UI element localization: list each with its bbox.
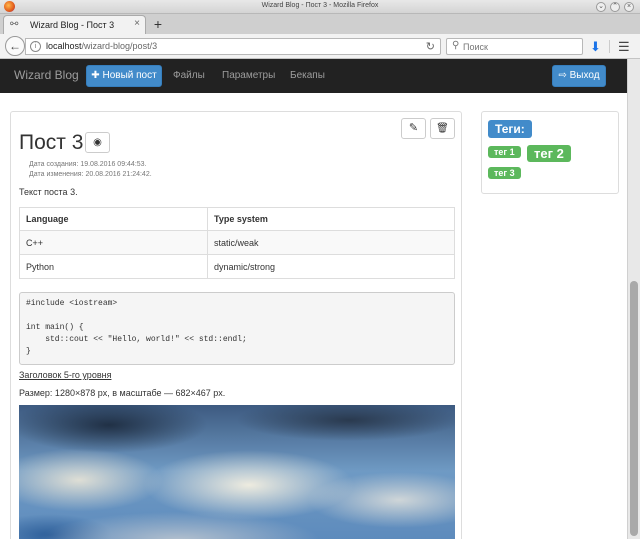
search-input[interactable]: [463, 40, 579, 53]
heading-5-link[interactable]: Заголовок 5-го уровня: [19, 370, 111, 380]
page-scrollbar[interactable]: [627, 59, 640, 539]
plus-icon: ✚: [91, 70, 103, 81]
window-titlebar: Wizard Blog - Пост 3 - Mozilla Firefox ⌄…: [0, 0, 640, 14]
nav-link-settings[interactable]: Параметры: [222, 70, 275, 81]
created-date: Дата создания: 19.08.2016 09:44:53.: [29, 161, 147, 168]
maximize-window-icon[interactable]: ⌃: [610, 2, 620, 12]
table-cell: dynamic/strong: [207, 254, 455, 279]
hamburger-menu-icon[interactable]: ☰: [618, 39, 630, 55]
tag-item[interactable]: тег 2: [527, 145, 571, 162]
post-body-text: Текст поста 3.: [19, 187, 78, 197]
post-title: Пост 3: [19, 131, 84, 154]
back-arrow-icon[interactable]: ←: [5, 36, 25, 56]
table-header: Type system: [207, 207, 455, 231]
url-host: localhost: [46, 41, 82, 51]
browser-navbar: ← i localhost/wizard-blog/post/3 ↻ ⚲ ⬇ ☰: [0, 34, 640, 59]
site-navbar: Wizard Blog ✚ Новый пост Файлы Параметры…: [0, 59, 627, 93]
tag-item[interactable]: тег 1: [488, 146, 521, 158]
page-favicon-icon: ⚯: [10, 19, 19, 30]
table-cell: static/weak: [207, 230, 455, 255]
table-cell: C++: [19, 230, 208, 255]
tab-strip: ⚯ Wizard Blog - Пост 3 × +: [0, 14, 640, 34]
scrollbar-thumb[interactable]: [630, 281, 638, 536]
address-bar[interactable]: i localhost/wizard-blog/post/3 ↻: [25, 38, 441, 55]
trash-icon: 🗑: [436, 123, 449, 134]
code-block: #include <iostream> int main() { std::co…: [19, 292, 455, 365]
toolbar-divider: [609, 40, 610, 53]
logout-icon: ⇨: [558, 70, 570, 81]
download-icon[interactable]: ⬇: [590, 39, 601, 55]
post-panel: Пост 3 ◉ ✎ 🗑 Дата создания: 19.08.2016 0…: [10, 111, 462, 539]
nav-link-backups[interactable]: Бекапы: [290, 70, 325, 81]
languages-table: Language Type system C++ static/weak Pyt…: [19, 207, 455, 279]
table-row: Python dynamic/strong: [19, 254, 455, 279]
table-cell: Python: [19, 254, 208, 279]
window-title: Wizard Blog - Пост 3 - Mozilla Firefox: [261, 2, 379, 9]
minimize-window-icon[interactable]: ⌄: [596, 2, 606, 12]
table-row: C++ static/weak: [19, 230, 455, 255]
search-icon: ⚲: [452, 40, 460, 51]
edit-post-button[interactable]: ✎: [401, 118, 426, 139]
modified-date: Дата изменения: 20.08.2016 21:24:42.: [29, 171, 152, 178]
url-path: /wizard-blog/post/3: [81, 41, 158, 51]
tag-item[interactable]: тег 3: [488, 167, 521, 179]
logout-button[interactable]: ⇨ Выход: [552, 65, 606, 87]
new-post-label: Новый пост: [102, 70, 157, 81]
browser-tab[interactable]: ⚯ Wizard Blog - Пост 3 ×: [3, 15, 146, 34]
new-tab-icon[interactable]: +: [151, 16, 165, 32]
new-post-button[interactable]: ✚ Новый пост: [86, 65, 162, 87]
tab-title: Wizard Blog - Пост 3: [30, 20, 115, 30]
close-window-icon[interactable]: ×: [624, 2, 634, 12]
site-info-icon[interactable]: i: [30, 41, 41, 52]
reload-icon[interactable]: ↻: [426, 40, 435, 53]
post-image-sky: [19, 405, 455, 539]
search-bar[interactable]: ⚲: [446, 38, 583, 55]
site-brand[interactable]: Wizard Blog: [14, 68, 79, 82]
image-size-text: Размер: 1280×878 px, в масштабе — 682×46…: [19, 388, 226, 398]
url-text: localhost/wizard-blog/post/3: [46, 41, 157, 51]
logout-label: Выход: [569, 70, 600, 81]
tags-panel: Теги: тег 1 тег 2 тег 3: [481, 111, 619, 194]
tags-label: Теги:: [488, 120, 532, 138]
nav-link-files[interactable]: Файлы: [173, 70, 205, 81]
delete-post-button[interactable]: 🗑: [430, 118, 455, 139]
table-header: Language: [19, 207, 208, 231]
eye-slash-icon: ◉: [93, 137, 102, 148]
tab-close-icon[interactable]: ×: [134, 18, 140, 29]
table-header-row: Language Type system: [19, 207, 455, 231]
page-viewport: Wizard Blog ✚ Новый пост Файлы Параметры…: [0, 59, 627, 539]
pencil-icon: ✎: [408, 122, 419, 134]
toggle-visibility-button[interactable]: ◉: [85, 132, 110, 153]
